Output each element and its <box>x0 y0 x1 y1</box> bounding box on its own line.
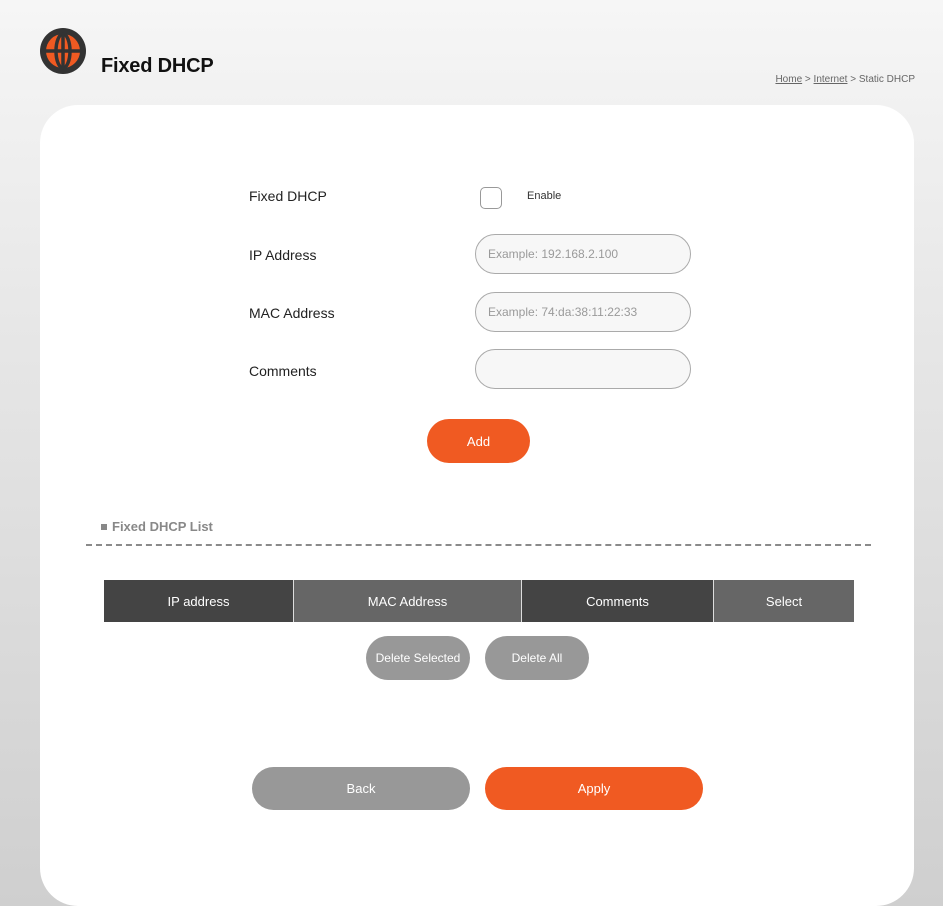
mac-address-label: MAC Address <box>249 305 335 321</box>
apply-button[interactable]: Apply <box>485 767 703 810</box>
breadcrumb-separator: > <box>847 74 859 85</box>
mac-address-input[interactable] <box>475 292 691 332</box>
breadcrumb-home-link[interactable]: Home <box>775 74 802 85</box>
breadcrumb: Home > Internet > Static DHCP <box>775 74 915 85</box>
page-title: Fixed DHCP <box>101 55 214 77</box>
enable-checkbox[interactable] <box>480 187 502 209</box>
column-header-select: Select <box>713 580 854 622</box>
ip-address-label: IP Address <box>249 247 317 263</box>
breadcrumb-separator: > <box>802 74 814 85</box>
column-header-ip-address: IP address <box>104 580 293 622</box>
delete-selected-button[interactable]: Delete Selected <box>366 636 470 680</box>
breadcrumb-current: Static DHCP <box>858 74 915 85</box>
column-header-mac-address: MAC Address <box>293 580 521 622</box>
section-title-text: Fixed DHCP List <box>112 519 213 534</box>
square-bullet-icon <box>101 523 107 530</box>
add-button[interactable]: Add <box>427 419 530 463</box>
column-header-comments: Comments <box>521 580 713 622</box>
breadcrumb-internet-link[interactable]: Internet <box>814 74 848 85</box>
section-title: Fixed DHCP List <box>101 519 213 534</box>
comments-input[interactable] <box>475 349 691 389</box>
back-button[interactable]: Back <box>252 767 470 810</box>
fixed-dhcp-label: Fixed DHCP <box>249 188 327 204</box>
table-header: IP address MAC Address Comments Select <box>104 580 854 622</box>
ip-address-input[interactable] <box>475 234 691 274</box>
comments-label: Comments <box>249 363 317 379</box>
section-divider <box>86 544 871 546</box>
delete-all-button[interactable]: Delete All <box>485 636 589 680</box>
content-card <box>40 105 914 906</box>
globe-icon <box>40 28 86 74</box>
enable-label: Enable <box>527 190 562 202</box>
